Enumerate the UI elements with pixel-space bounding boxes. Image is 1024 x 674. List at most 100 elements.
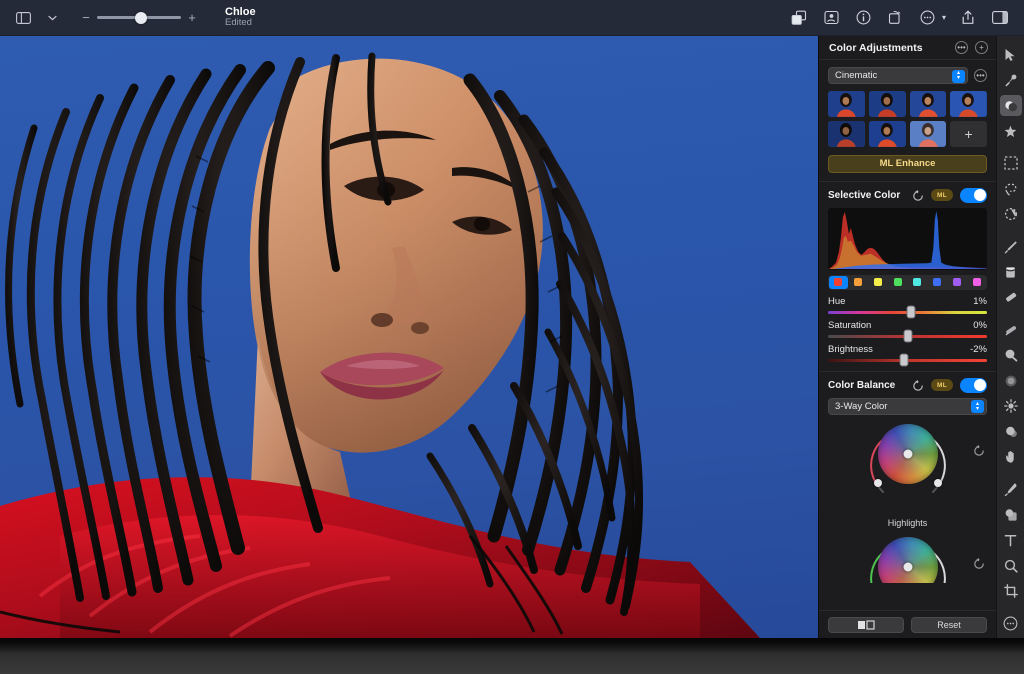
saturation-slider-knob[interactable]	[903, 330, 912, 343]
panel-scroll-area[interactable]: Cinematic ▴▾ •••	[819, 60, 996, 610]
color-adjustments-panel: Color Adjustments ••• + Cinematic ▴▾ •••	[818, 36, 996, 638]
image-canvas[interactable]	[0, 36, 818, 638]
preset-select-value: Cinematic	[835, 70, 877, 81]
panel-add-icon[interactable]: +	[975, 41, 988, 54]
document-title: Chloe Edited	[225, 6, 256, 30]
hue-slider: Hue 1%	[828, 290, 987, 314]
ml-enhance-button[interactable]: ML Enhance	[828, 155, 987, 173]
arrow-select-icon[interactable]	[1000, 44, 1022, 65]
compare-layers-icon[interactable]	[790, 8, 810, 28]
saturation-slider-label: Saturation	[828, 320, 871, 331]
preset-more-icon[interactable]: •••	[974, 69, 987, 82]
more-tools-icon[interactable]	[1000, 613, 1022, 634]
page-title: Color Adjustments	[829, 42, 923, 54]
compare-split-button[interactable]	[828, 617, 904, 633]
swatch-blue[interactable]	[928, 276, 947, 289]
highlights-color-wheel[interactable]	[878, 424, 938, 484]
share-icon[interactable]	[958, 8, 978, 28]
smudge-icon[interactable]	[1000, 319, 1022, 340]
preset-thumbnail[interactable]	[828, 121, 865, 147]
preset-select[interactable]: Cinematic ▴▾	[828, 67, 968, 84]
color-balance-stepper-icon[interactable]: ▴▾	[971, 400, 984, 413]
selective-color-reset-icon[interactable]	[912, 189, 924, 201]
star-effects-icon[interactable]	[1000, 120, 1022, 141]
sharpen-icon[interactable]	[1000, 395, 1022, 416]
selective-color-ml-badge[interactable]: ML	[931, 189, 953, 201]
more-menu-chevron-icon[interactable]: ▾	[942, 13, 946, 22]
right-panel-toggle-icon[interactable]	[990, 8, 1010, 28]
preset-section: Cinematic ▴▾ •••	[819, 60, 996, 155]
swatch-red[interactable]	[829, 276, 848, 289]
magic-wand-icon[interactable]	[1000, 204, 1022, 225]
preset-thumbnail[interactable]	[869, 121, 906, 147]
swatch-magenta[interactable]	[967, 276, 986, 289]
color-balance-mode-value: 3-Way Color	[835, 401, 887, 412]
preset-thumbnail[interactable]	[869, 91, 906, 117]
color-balance-ml-badge[interactable]: ML	[931, 379, 953, 391]
swatch-cyan[interactable]	[908, 276, 927, 289]
selective-color-toggle[interactable]	[960, 188, 987, 203]
preset-thumbnail[interactable]	[910, 121, 947, 147]
histogram	[828, 208, 987, 270]
color-adjust-icon[interactable]	[1000, 95, 1022, 116]
document-state: Edited	[225, 18, 256, 29]
sidebar-icon[interactable]	[12, 7, 34, 29]
saturation-slider-value: 0%	[973, 320, 987, 331]
reset-button[interactable]: Reset	[911, 617, 987, 633]
paint-bucket-icon[interactable]	[1000, 261, 1022, 282]
blur-icon[interactable]	[1000, 370, 1022, 391]
highlights-left-arc-handle[interactable]	[874, 479, 882, 487]
saturation-slider-track[interactable]	[828, 335, 987, 338]
zoom-slider-track[interactable]	[97, 16, 181, 19]
retouch-icon[interactable]	[1000, 69, 1022, 90]
preset-thumbnail[interactable]	[950, 91, 987, 117]
zoom-in-label[interactable]: +	[188, 11, 196, 24]
hand-icon[interactable]	[1000, 446, 1022, 467]
transform-icon[interactable]	[886, 8, 906, 28]
selective-color-swatches	[828, 275, 987, 290]
color-balance-toggle[interactable]	[960, 378, 987, 393]
info-icon[interactable]	[854, 8, 874, 28]
brightness-slider-track[interactable]	[828, 359, 987, 362]
clone-stamp-icon[interactable]	[1000, 421, 1022, 442]
panel-more-icon[interactable]: •••	[955, 41, 968, 54]
preset-stepper-icon[interactable]: ▴▾	[952, 70, 965, 83]
text-icon[interactable]	[1000, 529, 1022, 550]
preset-add-button[interactable]: +	[950, 121, 987, 147]
hue-slider-knob[interactable]	[906, 306, 915, 319]
zoom-slider-knob[interactable]	[135, 12, 147, 24]
highlights-wheel-handle[interactable]	[903, 449, 912, 458]
midtones-wheel-reset-icon[interactable]	[973, 557, 985, 569]
pen-icon[interactable]	[1000, 479, 1022, 500]
chevron-down-icon[interactable]	[41, 7, 63, 29]
swatch-yellow[interactable]	[869, 276, 888, 289]
lasso-select-icon[interactable]	[1000, 178, 1022, 199]
zoom-out-label[interactable]: −	[82, 11, 90, 24]
marquee-select-icon[interactable]	[1000, 153, 1022, 174]
color-balance-reset-icon[interactable]	[912, 379, 924, 391]
hue-slider-track[interactable]	[828, 311, 987, 314]
hue-slider-label: Hue	[828, 296, 845, 307]
swatch-green[interactable]	[888, 276, 907, 289]
swatch-orange[interactable]	[849, 276, 868, 289]
eraser-icon[interactable]	[1000, 287, 1022, 308]
zoom-slider[interactable]: − +	[82, 11, 196, 24]
swatch-purple[interactable]	[948, 276, 967, 289]
shapes-icon[interactable]	[1000, 504, 1022, 525]
more-menu-icon[interactable]	[918, 8, 938, 28]
zoom-icon[interactable]	[1000, 555, 1022, 576]
highlights-wheel-reset-icon[interactable]	[973, 444, 985, 456]
preset-thumbnail[interactable]	[910, 91, 947, 117]
highlights-right-arc-handle[interactable]	[934, 479, 942, 487]
preset-thumbnail[interactable]	[828, 91, 865, 117]
midtones-wheel-group	[819, 528, 996, 583]
brush-icon[interactable]	[1000, 236, 1022, 257]
midtones-wheel-handle[interactable]	[903, 562, 912, 571]
crop-icon[interactable]	[1000, 580, 1022, 601]
brightness-slider-knob[interactable]	[900, 354, 909, 367]
brightness-slider-label: Brightness	[828, 344, 873, 355]
dodge-icon[interactable]	[1000, 344, 1022, 365]
preset-thumbnail-grid: +	[828, 91, 987, 147]
portrait-icon[interactable]	[822, 8, 842, 28]
color-balance-mode-select[interactable]: 3-Way Color ▴▾	[828, 398, 987, 415]
